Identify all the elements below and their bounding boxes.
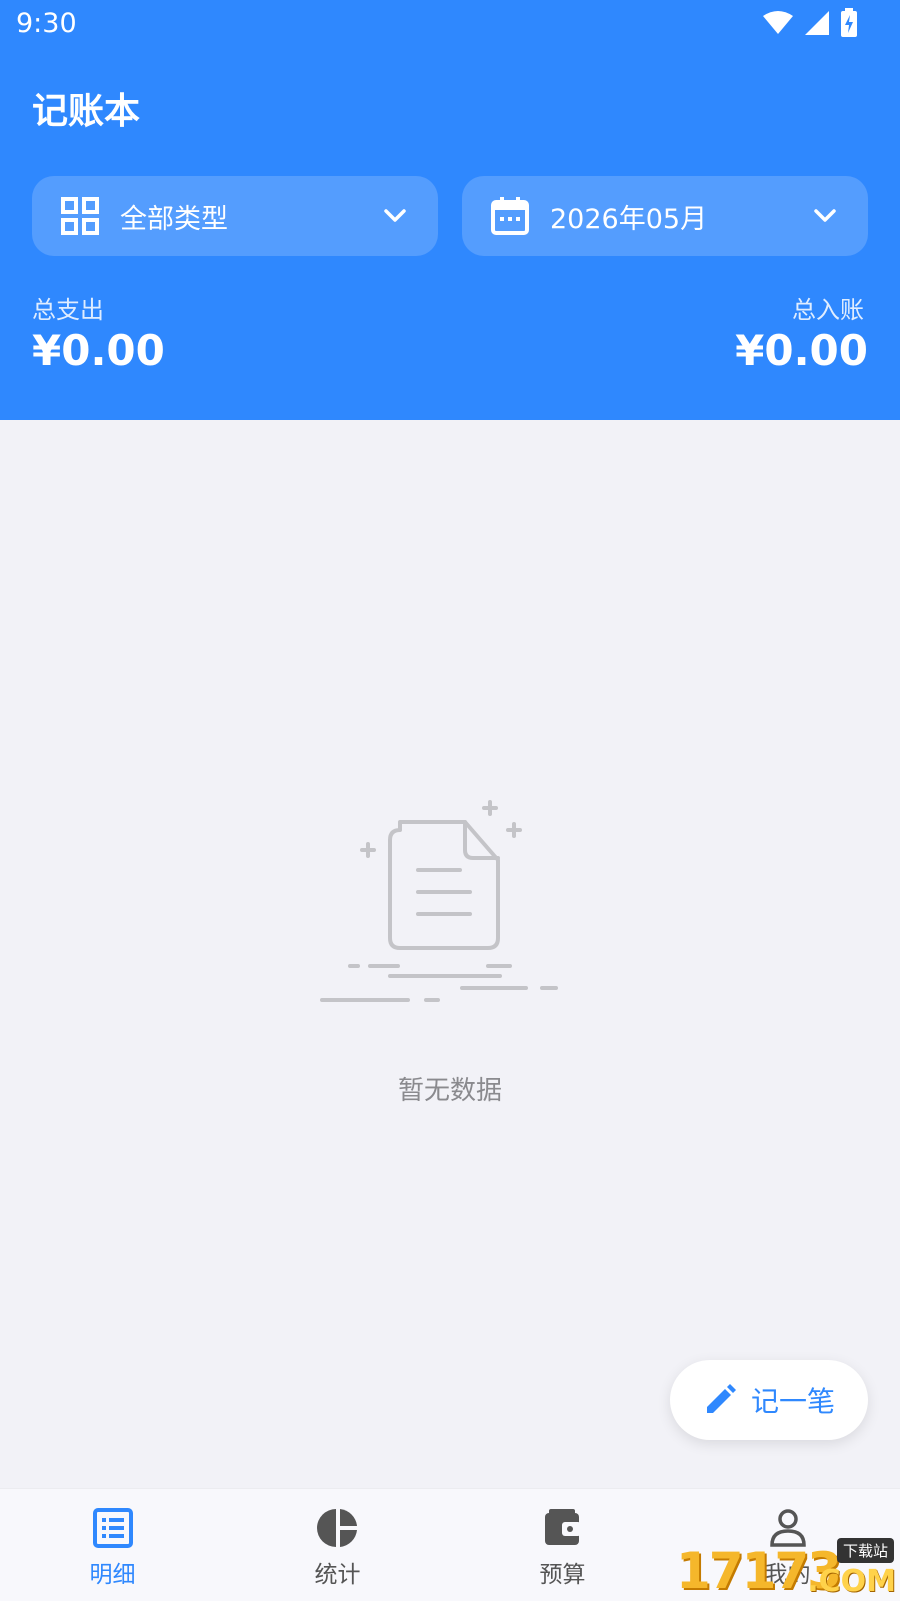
pencil-icon — [703, 1383, 737, 1417]
empty-state-text: 暂无数据 — [397, 1076, 502, 1106]
date-filter-dropdown[interactable]: 2026年05月 — [462, 176, 868, 256]
grid-icon — [60, 196, 100, 236]
status-bar: 9:30 — [0, 0, 900, 50]
status-icons — [762, 8, 858, 38]
chevron-down-icon — [380, 201, 410, 231]
chevron-down-icon — [810, 201, 840, 231]
type-filter-dropdown[interactable]: 全部类型 — [32, 176, 438, 256]
empty-state: 暂无数据 — [0, 800, 900, 1106]
type-filter-label: 全部类型 — [120, 203, 228, 235]
pie-chart-icon — [316, 1507, 359, 1549]
nav-item-budget[interactable]: 预算 — [450, 1489, 675, 1601]
calendar-icon — [490, 196, 530, 236]
expense-value: ¥0.00 — [32, 326, 165, 375]
header: 9:30 记账本 全部类型 2026年05月 总支出 ¥0.00 总入账 ¥0.… — [0, 0, 900, 420]
expense-label: 总支出 — [32, 296, 104, 324]
income-label: 总入账 — [792, 296, 864, 324]
add-record-button[interactable]: 记一笔 — [670, 1360, 868, 1440]
watermark-badge: 下载站 — [836, 1538, 894, 1563]
nav-label: 明细 — [89, 1562, 136, 1588]
nav-item-statistics[interactable]: 统计 — [225, 1489, 450, 1601]
wallet-icon — [542, 1507, 584, 1549]
status-time: 9:30 — [16, 8, 77, 39]
battery-charging-icon — [840, 8, 858, 38]
income-value: ¥0.00 — [735, 326, 868, 375]
nav-label: 预算 — [539, 1562, 586, 1588]
page-title: 记账本 — [32, 91, 141, 132]
watermark-domain: .COM — [807, 1564, 896, 1599]
nav-item-details[interactable]: 明细 — [0, 1489, 225, 1601]
wifi-icon — [762, 10, 794, 36]
nav-label: 统计 — [314, 1562, 361, 1588]
cellular-signal-icon — [804, 10, 830, 36]
site-watermark: 17173 下载站 .COM — [676, 1538, 898, 1600]
date-filter-label: 2026年05月 — [550, 203, 708, 235]
empty-document-icon — [0, 800, 900, 1030]
list-icon — [92, 1507, 134, 1549]
add-record-label: 记一笔 — [750, 1385, 835, 1418]
